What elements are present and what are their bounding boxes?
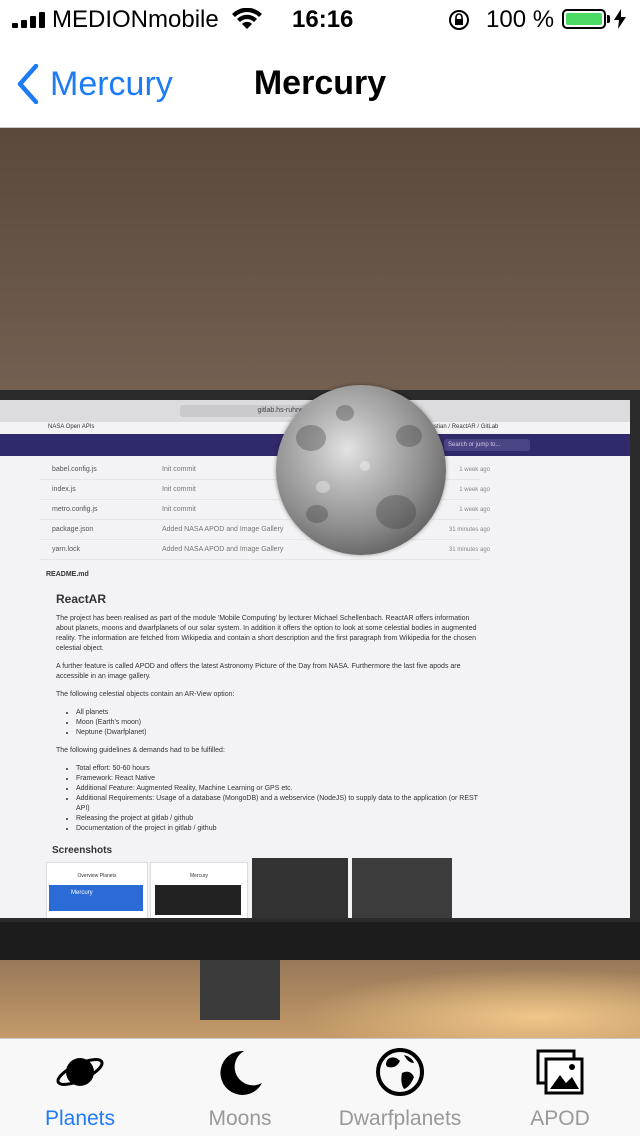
list-item: All planets xyxy=(76,708,486,718)
monitor-bezel xyxy=(0,922,640,960)
crater xyxy=(296,425,326,451)
battery-tip xyxy=(607,15,610,23)
file-row: yarn.lock Added NASA APOD and Image Gall… xyxy=(40,540,490,560)
signal-strength-icon xyxy=(12,12,45,28)
file-age: 31 minutes ago xyxy=(448,546,490,553)
back-button[interactable]: Mercury xyxy=(16,62,173,106)
lamp-glow xyxy=(300,968,640,1038)
battery-icon xyxy=(562,9,606,29)
monitor-stand xyxy=(200,960,280,1020)
demands-list: Total effort: 50-60 hours Framework: Rea… xyxy=(66,764,486,834)
list-item: Moon (Earth's moon) xyxy=(76,718,486,728)
list-item: Neptune (Dwarfplanet) xyxy=(76,728,486,738)
moon-icon xyxy=(220,1050,262,1095)
back-button-label: Mercury xyxy=(50,64,173,103)
clock: 16:16 xyxy=(292,6,354,33)
file-age: 31 minutes ago xyxy=(448,526,490,533)
charging-bolt-icon xyxy=(614,9,626,29)
gitlab-search: Search or jump to... xyxy=(444,439,530,451)
readme-paragraph: The project has been realised as part of… xyxy=(56,615,477,652)
file-name: index.js xyxy=(52,486,76,493)
list-item: Additional Requirements: Usage of a data… xyxy=(76,794,486,814)
screenshots-heading: Screenshots xyxy=(52,845,113,856)
crater xyxy=(306,505,328,523)
browser-tab-title: NASA Open APIs xyxy=(48,424,95,430)
crater xyxy=(316,481,330,493)
list-item: Releasing the project at gitlab / github xyxy=(76,814,486,824)
screenshot-label: Overview Planets xyxy=(77,873,117,879)
navigation-bar: Mercury Mercury xyxy=(0,40,640,128)
screenshot-thumb xyxy=(352,858,452,918)
file-age: 1 week ago xyxy=(459,466,490,473)
list-item: Total effort: 50-60 hours xyxy=(76,764,486,774)
crater xyxy=(376,495,416,529)
readme-heading: ReactAR xyxy=(56,592,107,606)
tab-moons[interactable]: Moons xyxy=(160,1039,320,1137)
photos-icon xyxy=(536,1049,584,1095)
battery-percentage: 100 % xyxy=(486,6,555,33)
readme-paragraph: The following celestial objects contain … xyxy=(56,691,235,698)
file-name: metro.config.js xyxy=(52,506,98,513)
crater xyxy=(336,405,354,421)
file-name: yarn.lock xyxy=(52,546,81,553)
tab-bar: Planets Moons Dwarfplanets APOD xyxy=(0,1038,640,1136)
screenshot-thumb: Mercury xyxy=(150,862,248,918)
tab-dwarfplanets[interactable]: Dwarfplanets xyxy=(320,1039,480,1137)
crater xyxy=(396,425,422,447)
screenshots-strip: Overview Planets Mercury Mercury xyxy=(46,858,486,918)
screenshot-thumb xyxy=(252,858,348,918)
globe-icon xyxy=(376,1048,424,1096)
list-item: Framework: React Native xyxy=(76,774,486,784)
battery-level xyxy=(566,13,602,25)
crater xyxy=(360,461,370,471)
screenshot-label: Mercury xyxy=(189,873,209,879)
screenshot-card: Mercury xyxy=(49,885,143,911)
ar-camera-view[interactable]: gitlab.hs-ruhrwest.de NASA Open APIs Seb… xyxy=(0,128,640,1038)
planet-icon xyxy=(56,1058,104,1086)
readme-paragraph: A further feature is called APOD and off… xyxy=(56,663,461,680)
readme-file-title: README.md xyxy=(46,571,89,578)
tab-label: Planets xyxy=(44,1107,116,1130)
file-name: package.json xyxy=(52,526,94,533)
file-age: 1 week ago xyxy=(459,486,490,493)
carrier-name: MEDIONmobile xyxy=(52,6,219,33)
file-name: babel.config.js xyxy=(52,466,97,473)
tab-planets[interactable]: Planets xyxy=(0,1039,160,1137)
wifi-icon xyxy=(232,8,262,29)
status-bar: MEDIONmobile 16:16 100 % xyxy=(0,0,640,40)
rotation-lock-icon xyxy=(449,10,469,30)
list-item: Documentation of the project in gitlab /… xyxy=(76,824,486,834)
tab-label: APOD xyxy=(530,1107,590,1130)
file-age: 1 week ago xyxy=(459,506,490,513)
readme-paragraph: The following guidelines & demands had t… xyxy=(56,747,225,754)
ar-objects-list: All planets Moon (Earth's moon) Neptune … xyxy=(66,708,486,738)
mercury-ar-model[interactable] xyxy=(276,385,446,555)
chevron-left-icon xyxy=(17,64,39,104)
list-item: Additional Feature: Augmented Reality, M… xyxy=(76,784,486,794)
tab-label: Dwarfplanets xyxy=(338,1107,462,1130)
readme-section: README.md ReactAR The project has been r… xyxy=(46,570,486,918)
screenshot-thumb: Overview Planets Mercury xyxy=(46,862,148,918)
tab-label: Moons xyxy=(208,1107,272,1130)
tab-apod[interactable]: APOD xyxy=(480,1039,640,1137)
screenshot-image xyxy=(155,885,241,915)
